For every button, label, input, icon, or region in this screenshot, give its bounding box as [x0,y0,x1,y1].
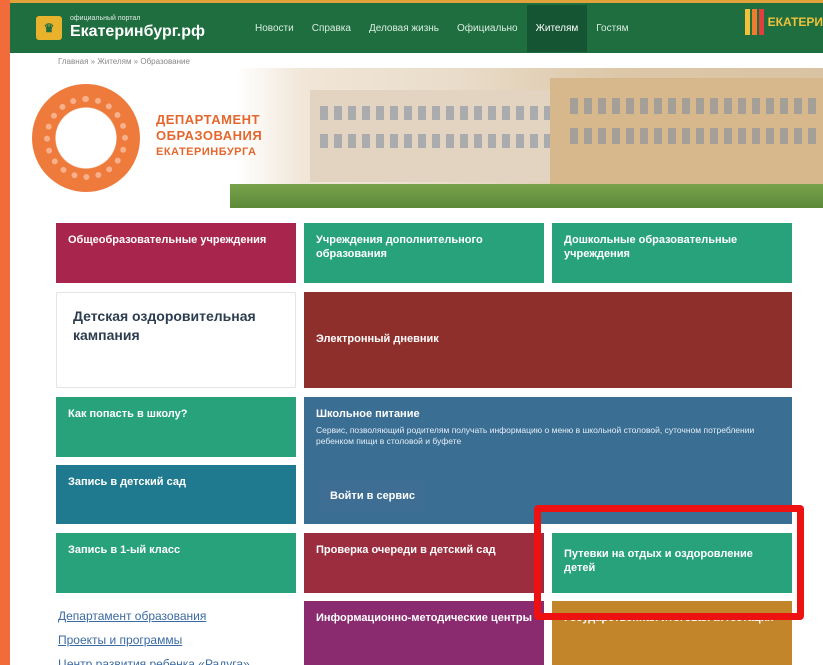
nav-business[interactable]: Деловая жизнь [360,5,448,52]
nav-official[interactable]: Официально [448,5,527,52]
page: ♛ официальный портал Екатеринбург.рф Нов… [10,0,823,665]
building-windows [320,106,580,120]
nav-news[interactable]: Новости [246,5,303,52]
logo-title: Екатеринбург.рф [70,23,205,40]
tile-general-schools[interactable]: Общеобразовательные учреждения [56,223,296,283]
tile-additional-education[interactable]: Учреждения дополнительного образования [304,223,544,283]
tile-how-to-school[interactable]: Как попасть в школу? [56,397,296,457]
tile-school-food[interactable]: Школьное питание Сервис, позволяющий род… [304,397,792,524]
department-emblem-icon [32,84,140,192]
tile-electronic-diary[interactable]: Электронный дневник [304,292,792,388]
breadcrumb[interactable]: Главная » Жителям » Образование [58,57,190,66]
nav-residents[interactable]: Жителям [526,4,588,52]
school-food-title: Школьное питание [316,408,420,420]
building-windows [320,134,580,148]
logo-subtitle: официальный портал [70,15,141,22]
tile-health-campaign[interactable]: Детская оздоровительная кампания [56,292,296,388]
tile-state-attestation[interactable]: Государственная итоговая аттестация [552,601,792,665]
link-projects[interactable]: Проекты и программы [58,628,250,652]
brand-bars-icon [744,9,764,35]
main-menu: Новости Справка Деловая жизнь Официально… [246,4,637,52]
city-crest-icon: ♛ [36,16,62,40]
enter-service-button[interactable]: Войти в сервис [320,480,426,512]
link-child-center[interactable]: Центр развития ребенка «Радуга» [58,652,250,665]
brand-text: ЕКАТЕРИ [767,15,823,29]
building-windows [570,128,820,144]
lawn [230,184,823,208]
tile-first-grade-signup[interactable]: Запись в 1-ый класс [56,533,296,593]
hero-banner: ДЕПАРТАМЕНТ ОБРАЗОВАНИЯ ЕКАТЕРИНБУРГА [10,68,823,208]
site-logo[interactable]: ♛ официальный портал Екатеринбург.рф [36,15,246,41]
nav-guests[interactable]: Гостям [587,5,637,52]
side-links: Департамент образования Проекты и програ… [58,604,250,665]
building-windows [570,98,820,114]
tile-queue-check[interactable]: Проверка очереди в детский сад [304,533,544,593]
school-food-description: Сервис, позволяющий родителям получать и… [316,425,755,446]
tile-preschool[interactable]: Дошкольные образовательные учреждения [552,223,792,283]
department-title: ДЕПАРТАМЕНТ ОБРАЗОВАНИЯ ЕКАТЕРИНБУРГА [156,112,263,158]
nav-reference[interactable]: Справка [303,5,360,52]
tile-info-centers[interactable]: Информационно-методические центры [304,601,544,665]
tile-kindergarten-signup[interactable]: Запись в детский сад [56,465,296,524]
tile-vouchers[interactable]: Путевки на отдых и оздоровление детей [552,533,792,593]
top-navigation: ♛ официальный портал Екатеринбург.рф Нов… [10,0,823,53]
link-department[interactable]: Департамент образования [58,604,250,628]
city-brand-logo[interactable]: ЕКАТЕРИ [744,9,823,35]
